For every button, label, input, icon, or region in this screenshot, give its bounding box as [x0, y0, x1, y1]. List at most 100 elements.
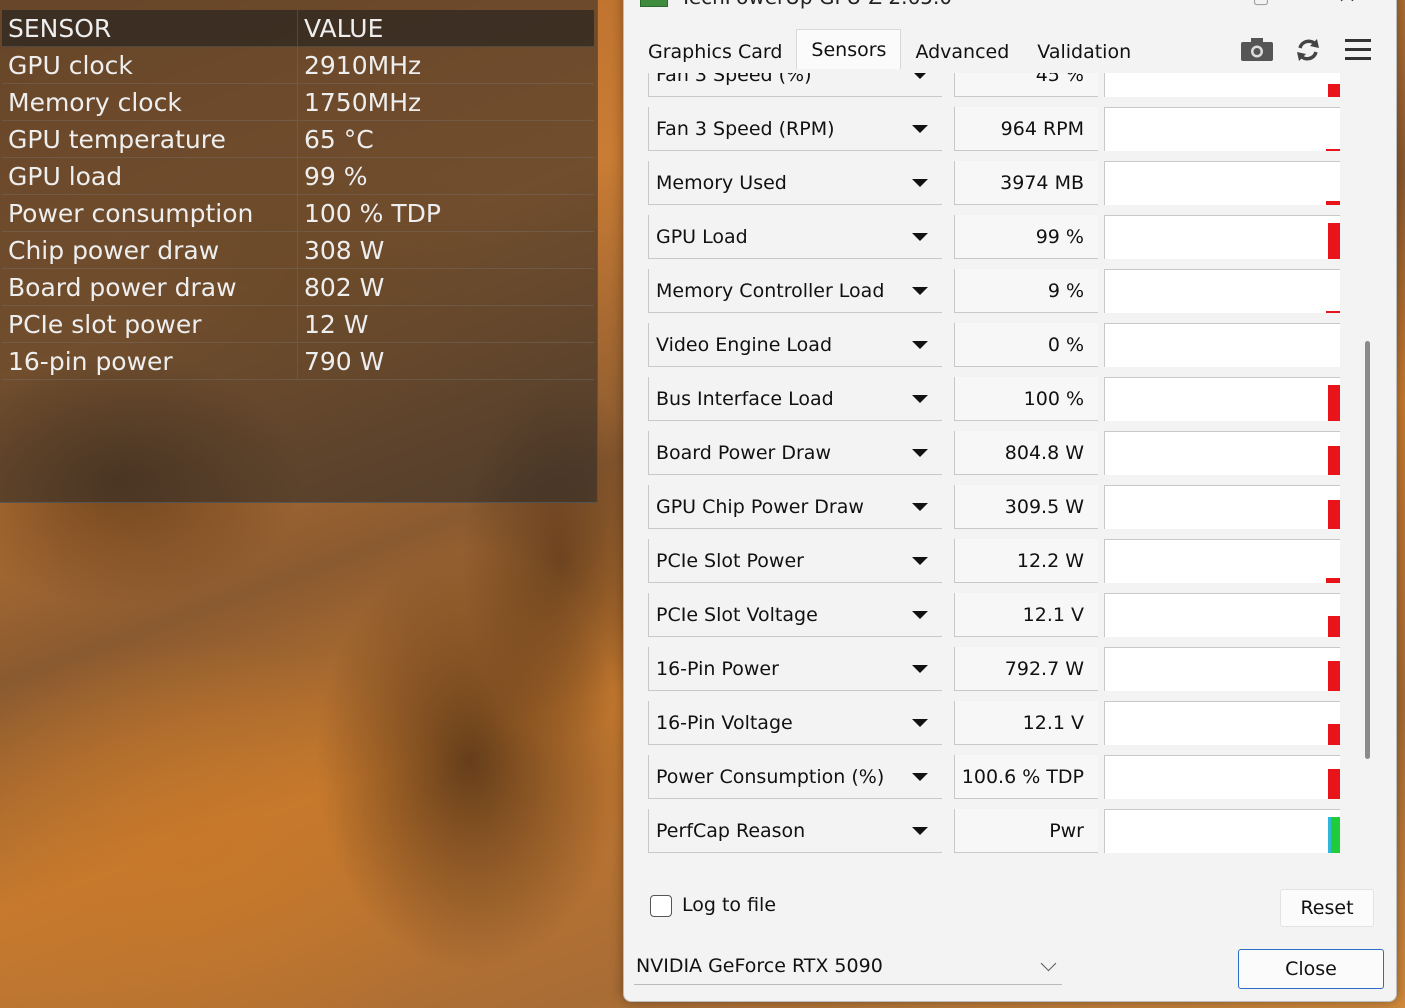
sensor-name-dropdown[interactable]: 16-Pin Power	[648, 647, 942, 691]
osd-sensor-name: GPU load	[2, 158, 298, 194]
sensor-value: Pwr	[954, 809, 1098, 853]
osd-header-value: VALUE	[304, 13, 384, 43]
chevron-down-icon	[1040, 955, 1057, 972]
osd-row: GPU clock 2910MHz	[2, 47, 594, 84]
sensor-name-dropdown[interactable]: GPU Chip Power Draw	[648, 485, 942, 529]
log-to-file-checkbox[interactable]	[650, 895, 672, 917]
osd-sensor-value: 100 % TDP	[304, 198, 441, 228]
osd-row: GPU temperature 65 °C	[2, 121, 594, 158]
dropdown-arrow-icon	[912, 772, 928, 781]
osd-sensor-name: GPU temperature	[2, 121, 298, 157]
sensor-row: Bus Interface Load 100 %	[648, 377, 1348, 421]
sensor-row: PerfCap Reason Pwr	[648, 809, 1348, 853]
bottom-controls: Log to file Reset	[650, 889, 1380, 929]
osd-row: Memory clock 1750MHz	[2, 84, 594, 121]
sensor-row: PCIe Slot Voltage 12.1 V	[648, 593, 1348, 637]
sensor-value: 12.1 V	[954, 701, 1098, 745]
sensor-graph	[1104, 593, 1340, 637]
sensor-name-dropdown[interactable]: Board Power Draw	[648, 431, 942, 475]
tab-validation[interactable]: Validation	[1023, 35, 1145, 69]
sensor-row: PCIe Slot Power 12.2 W	[648, 539, 1348, 583]
sensor-name-dropdown[interactable]: Bus Interface Load	[648, 377, 942, 421]
gpu-select-dropdown[interactable]: NVIDIA GeForce RTX 5090	[634, 950, 1062, 985]
close-icon[interactable]: ✕	[1332, 0, 1362, 9]
tab-advanced[interactable]: Advanced	[901, 35, 1023, 69]
osd-header-row: SENSOR VALUE	[2, 10, 594, 47]
sensor-name-dropdown[interactable]: PCIe Slot Voltage	[648, 593, 942, 637]
dropdown-arrow-icon	[912, 610, 928, 619]
sensor-row: Memory Used 3974 MB	[648, 161, 1348, 205]
refresh-icon[interactable]	[1294, 36, 1322, 64]
dropdown-arrow-icon	[912, 718, 928, 727]
sensor-name-label: PCIe Slot Power	[656, 549, 804, 572]
log-to-file-label[interactable]: Log to file	[682, 894, 776, 916]
osd-row: Board power draw 802 W	[2, 269, 594, 306]
sensor-value: 0 %	[954, 323, 1098, 367]
sensor-name-dropdown[interactable]: Power Consumption (%)	[648, 755, 942, 799]
scrollbar-thumb[interactable]	[1365, 341, 1370, 759]
sensor-name-dropdown[interactable]: Fan 3 Speed (RPM)	[648, 107, 942, 151]
sensor-graph	[1104, 539, 1340, 583]
tab-graphics-card[interactable]: Graphics Card	[634, 35, 796, 69]
title-bar[interactable]: TechPowerUp GPU-Z 2.65.0 ▢ ✕	[624, 0, 1396, 17]
sensor-value: 964 RPM	[954, 107, 1098, 151]
sensor-name-dropdown[interactable]: Memory Controller Load	[648, 269, 942, 313]
sensor-graph	[1104, 161, 1340, 205]
sensor-value: 792.7 W	[954, 647, 1098, 691]
sensor-row: Video Engine Load 0 %	[648, 323, 1348, 367]
sensor-value: 309.5 W	[954, 485, 1098, 529]
sensor-row: 16-Pin Power 792.7 W	[648, 647, 1348, 691]
sensor-name-label: GPU Load	[656, 225, 748, 248]
osd-sensor-value: 65 °C	[304, 124, 374, 154]
sensor-name-dropdown[interactable]: Video Engine Load	[648, 323, 942, 367]
sensor-name-dropdown[interactable]: GPU Load	[648, 215, 942, 259]
sensor-name-dropdown[interactable]: PCIe Slot Power	[648, 539, 942, 583]
tab-bar: Graphics Card Sensors Advanced Validatio…	[634, 29, 1145, 75]
sensor-name-dropdown[interactable]: Fan 3 Speed (%)	[648, 73, 942, 97]
close-button[interactable]: Close	[1238, 949, 1384, 989]
osd-sensor-value: 790 W	[304, 346, 385, 376]
gpu-select-value: NVIDIA GeForce RTX 5090	[636, 955, 883, 977]
dropdown-arrow-icon	[912, 286, 928, 295]
sensor-graph	[1104, 107, 1340, 151]
tab-sensors[interactable]: Sensors	[796, 29, 902, 69]
osd-sensor-value: 308 W	[304, 235, 385, 265]
sensor-graph-bar	[1328, 84, 1340, 97]
sensor-value: 100.6 % TDP	[954, 755, 1098, 799]
sensor-name-dropdown[interactable]: Memory Used	[648, 161, 942, 205]
sensor-graph-bar	[1328, 724, 1340, 745]
minimize-icon[interactable]: ▢	[1250, 0, 1272, 8]
sensor-graph	[1104, 269, 1340, 313]
osd-sensor-name: Board power draw	[2, 269, 298, 305]
reset-button[interactable]: Reset	[1280, 889, 1374, 927]
camera-icon[interactable]	[1240, 36, 1274, 62]
osd-sensor-name: 16-pin power	[2, 343, 298, 379]
sensor-value: 3974 MB	[954, 161, 1098, 205]
osd-header-sensor: SENSOR	[2, 10, 298, 46]
sensor-name-dropdown[interactable]: 16-Pin Voltage	[648, 701, 942, 745]
sensor-graph	[1104, 377, 1340, 421]
sensor-row: GPU Load 99 %	[648, 215, 1348, 259]
sensor-graph	[1104, 73, 1340, 97]
sensor-value: 45 %	[954, 73, 1098, 97]
sensor-list[interactable]: Fan 3 Speed (%) 45 % Fan 3 Speed (RPM) 964 …	[648, 73, 1348, 863]
sensor-name-dropdown[interactable]: PerfCap Reason	[648, 809, 942, 853]
dropdown-arrow-icon	[912, 502, 928, 511]
sensor-row: Memory Controller Load 9 %	[648, 269, 1348, 313]
sensor-graph-bar	[1328, 446, 1340, 475]
sensor-name-label: 16-Pin Voltage	[656, 711, 793, 734]
dropdown-arrow-icon	[912, 394, 928, 403]
sensor-value: 99 %	[954, 215, 1098, 259]
sensor-value: 9 %	[954, 269, 1098, 313]
sensor-graph	[1104, 431, 1340, 475]
osd-sensor-name: GPU clock	[2, 47, 298, 83]
sensor-graph-bar	[1326, 201, 1340, 205]
sensor-name-label: Memory Controller Load	[656, 279, 885, 302]
hamburger-menu-icon[interactable]	[1344, 38, 1372, 62]
osd-sensor-name: Memory clock	[2, 84, 298, 120]
gpuz-app-icon	[640, 0, 668, 7]
sensor-graph	[1104, 215, 1340, 259]
sensor-graph-bar	[1328, 223, 1340, 259]
sensor-graph-bar	[1326, 149, 1340, 151]
sensor-graph-bar	[1326, 578, 1340, 583]
